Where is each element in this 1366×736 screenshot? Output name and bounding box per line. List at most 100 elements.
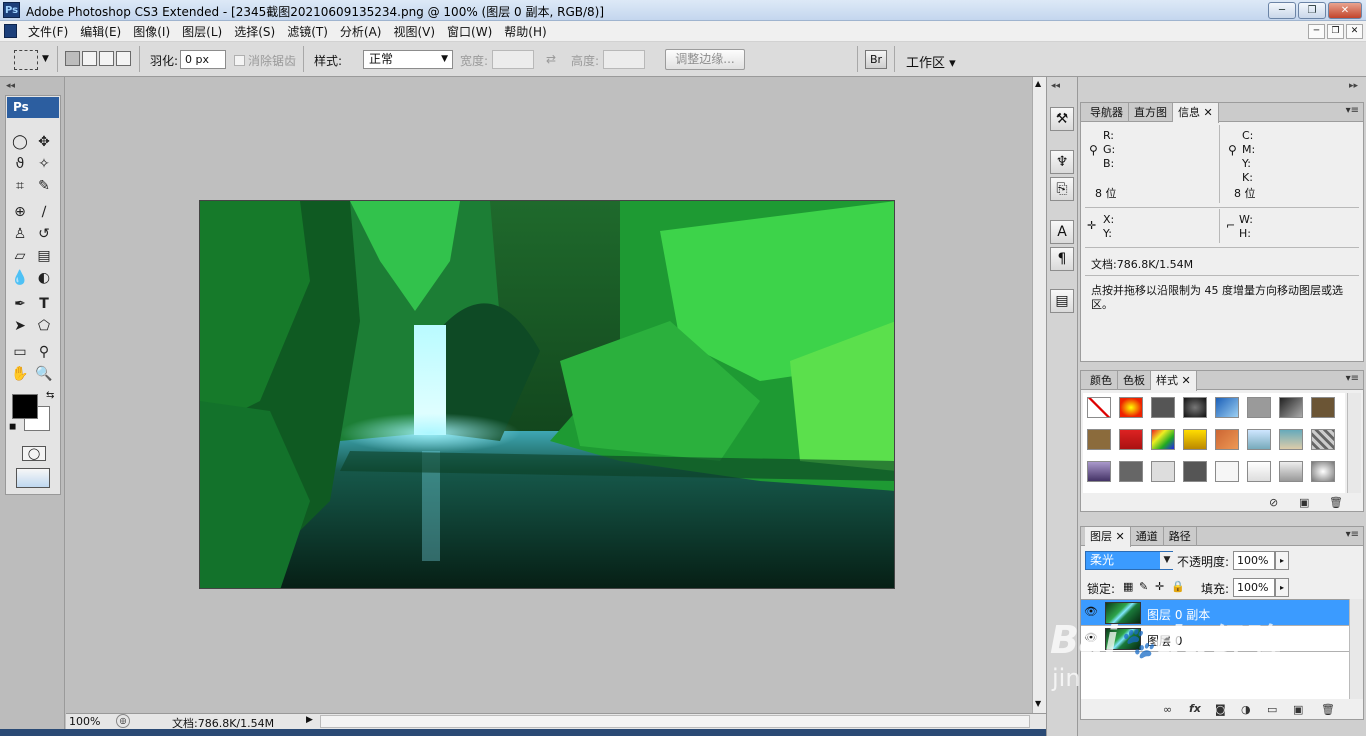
- doc-restore-button[interactable]: ❐: [1327, 24, 1344, 39]
- style-swatch[interactable]: [1151, 429, 1175, 450]
- zoom-level[interactable]: 100%: [69, 715, 100, 728]
- menu-help[interactable]: 帮助(H): [498, 23, 552, 40]
- scroll-down-icon[interactable]: ▼: [1035, 699, 1041, 708]
- screen-mode-icon[interactable]: [16, 468, 50, 488]
- dodge-tool-icon[interactable]: ◐: [33, 268, 55, 288]
- close-icon[interactable]: ✕: [1204, 106, 1213, 119]
- lock-position-icon[interactable]: ✛: [1155, 580, 1164, 593]
- document-image[interactable]: [199, 200, 895, 589]
- link-layers-icon[interactable]: ∞: [1163, 703, 1172, 716]
- menu-filter[interactable]: 滤镜(T): [281, 23, 334, 40]
- menu-edit[interactable]: 编辑(E): [74, 23, 127, 40]
- lock-transparent-icon[interactable]: ▦: [1123, 580, 1133, 593]
- style-swatch[interactable]: [1087, 461, 1111, 482]
- style-swatch[interactable]: [1215, 397, 1239, 418]
- brush-tool-icon[interactable]: ∕: [33, 202, 55, 222]
- style-swatch[interactable]: [1279, 461, 1303, 482]
- tab-paths[interactable]: 路径: [1164, 527, 1197, 546]
- style-swatch[interactable]: [1183, 429, 1207, 450]
- clone-stamp-tool-icon[interactable]: ♙: [9, 224, 31, 244]
- status-menu-arrow-icon[interactable]: ▶: [306, 715, 313, 725]
- fill-input[interactable]: 100%: [1233, 578, 1275, 597]
- style-swatch[interactable]: [1311, 461, 1335, 482]
- gradient-tool-icon[interactable]: ▤: [33, 246, 55, 266]
- lock-image-icon[interactable]: ✎: [1139, 580, 1148, 593]
- style-swatch[interactable]: [1215, 461, 1239, 482]
- delete-style-icon[interactable]: ⊘: [1269, 496, 1278, 509]
- blur-tool-icon[interactable]: 💧: [9, 268, 31, 288]
- tab-histogram[interactable]: 直方图: [1129, 103, 1173, 122]
- eraser-tool-icon[interactable]: ▱: [9, 246, 31, 266]
- foreground-color-swatch[interactable]: [12, 394, 38, 419]
- styles-scrollbar[interactable]: [1347, 393, 1361, 493]
- slice-tool-icon[interactable]: ✎: [33, 176, 55, 196]
- style-swatch[interactable]: [1247, 397, 1271, 418]
- feather-input[interactable]: 0 px: [180, 50, 226, 69]
- tab-layers[interactable]: 图层 ✕: [1085, 527, 1131, 547]
- style-swatch[interactable]: [1119, 429, 1143, 450]
- delete-layer-icon[interactable]: 🗑: [1321, 703, 1335, 716]
- tab-styles[interactable]: 样式 ✕: [1151, 371, 1197, 391]
- path-selection-tool-icon[interactable]: ➤: [9, 316, 31, 336]
- panels-expand-icon[interactable]: ▸▸: [1349, 81, 1358, 91]
- clone-source-icon[interactable]: ⎘: [1050, 177, 1074, 201]
- subtract-selection-icon[interactable]: [99, 51, 114, 66]
- antialias-checkbox[interactable]: [234, 55, 245, 66]
- style-swatch[interactable]: [1247, 461, 1271, 482]
- default-colors-icon[interactable]: ◼: [9, 422, 16, 432]
- menu-window[interactable]: 窗口(W): [441, 23, 498, 40]
- lock-all-icon[interactable]: 🔒: [1171, 580, 1185, 593]
- doc-minimize-button[interactable]: ─: [1308, 24, 1325, 39]
- canvas-vertical-scrollbar[interactable]: ▲ ▼: [1032, 77, 1046, 713]
- maximize-button[interactable]: ❐: [1298, 2, 1326, 19]
- refine-edge-button[interactable]: 调整边缘...: [665, 49, 745, 70]
- style-swatch[interactable]: [1279, 397, 1303, 418]
- new-selection-icon[interactable]: [65, 51, 80, 66]
- marquee-tool-preset-icon[interactable]: [14, 50, 38, 70]
- tab-color[interactable]: 颜色: [1085, 371, 1118, 390]
- menu-analysis[interactable]: 分析(A): [334, 23, 388, 40]
- scroll-up-icon[interactable]: ▲: [1035, 79, 1041, 88]
- type-tool-icon[interactable]: T: [33, 294, 55, 314]
- add-mask-icon[interactable]: ◙: [1215, 703, 1226, 716]
- width-input[interactable]: [492, 50, 534, 69]
- quick-mask-icon[interactable]: ◯: [22, 446, 46, 461]
- swap-width-height-icon[interactable]: ⇄: [546, 52, 556, 66]
- close-icon[interactable]: ✕: [1116, 530, 1125, 543]
- tab-info[interactable]: 信息 ✕: [1173, 103, 1219, 123]
- menu-layer[interactable]: 图层(L): [176, 23, 228, 40]
- crop-tool-icon[interactable]: ⌗: [9, 176, 31, 196]
- style-swatch[interactable]: [1151, 397, 1175, 418]
- move-tool-icon[interactable]: ✥: [33, 132, 55, 152]
- character-icon[interactable]: A: [1050, 220, 1074, 244]
- add-selection-icon[interactable]: [82, 51, 97, 66]
- close-icon[interactable]: ✕: [1182, 374, 1191, 387]
- style-swatch[interactable]: [1183, 461, 1207, 482]
- menu-image[interactable]: 图像(I): [127, 23, 176, 40]
- panel-menu-icon[interactable]: ▾≡: [1346, 529, 1359, 540]
- doc-close-button[interactable]: ✕: [1346, 24, 1363, 39]
- lasso-tool-icon[interactable]: ϑ: [9, 154, 31, 174]
- bridge-icon[interactable]: Br: [865, 50, 887, 69]
- trash-icon[interactable]: 🗑: [1329, 496, 1343, 509]
- healing-brush-tool-icon[interactable]: ⊕: [9, 202, 31, 222]
- style-swatch[interactable]: [1183, 397, 1207, 418]
- magic-wand-tool-icon[interactable]: ✧: [33, 154, 55, 174]
- style-swatch[interactable]: [1119, 461, 1143, 482]
- brushes-icon[interactable]: ♆: [1050, 150, 1074, 174]
- menu-select[interactable]: 选择(S): [228, 23, 281, 40]
- new-group-icon[interactable]: ▭: [1267, 703, 1277, 716]
- custom-shape-tool-icon[interactable]: ⬠: [33, 316, 55, 336]
- paragraph-icon[interactable]: ¶: [1050, 247, 1074, 271]
- height-input[interactable]: [603, 50, 645, 69]
- style-select[interactable]: 正常 ▼: [363, 50, 453, 69]
- dock-collapse-icon[interactable]: ◂◂: [1051, 81, 1060, 91]
- status-preview-icon[interactable]: ◎: [116, 714, 130, 728]
- blend-mode-select[interactable]: 柔光 ▼: [1085, 551, 1174, 570]
- tool-presets-icon[interactable]: ⚒: [1050, 107, 1074, 131]
- collapse-arrows-icon[interactable]: ◂◂: [6, 81, 15, 91]
- canvas-horizontal-scrollbar[interactable]: [320, 715, 1030, 728]
- menu-file[interactable]: 文件(F): [22, 23, 74, 40]
- swap-colors-icon[interactable]: ⇆: [46, 390, 54, 401]
- intersect-selection-icon[interactable]: [116, 51, 131, 66]
